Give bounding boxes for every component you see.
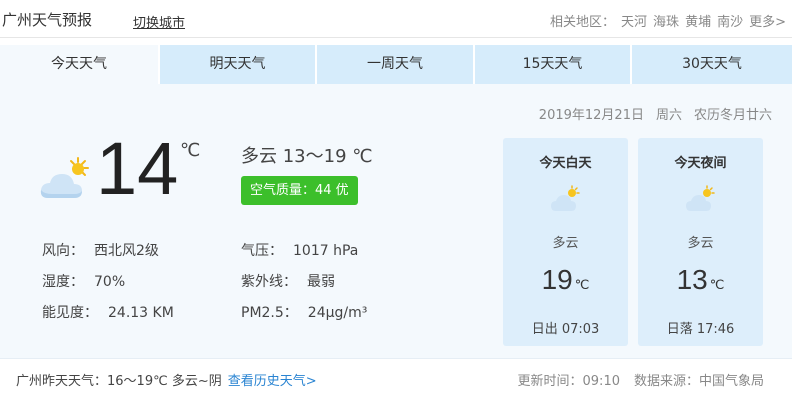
sunset-time: 日落 17:46: [666, 322, 735, 337]
tab-week[interactable]: 一周天气: [317, 45, 475, 84]
related-area-link[interactable]: 黄埔: [685, 15, 711, 30]
humidity-value: 70%: [94, 274, 126, 290]
related-area-link[interactable]: 天河: [621, 15, 647, 30]
tab-30-days[interactable]: 30天天气: [632, 45, 792, 84]
tab-tomorrow[interactable]: 明天天气: [160, 45, 317, 84]
daytime-temperature: 19 ℃: [503, 264, 628, 296]
related-areas: 相关地区： 天河 海珠 黄埔 南沙 更多>: [550, 11, 786, 30]
page-title: 广州天气预报: [2, 11, 93, 29]
pm25-value: 24μg/m³: [307, 305, 368, 321]
visibility-value: 24.13 KM: [108, 305, 174, 321]
daytime-temp-value: 19: [541, 264, 573, 295]
daytime-title: 今天白天: [539, 156, 592, 171]
footer-bar: 广州昨天天气：16～19℃ 多云~阴 查看历史天气> 更新时间：09:10 数据来源…: [0, 358, 792, 396]
weekday-text: 周六: [655, 108, 682, 123]
nighttime-title: 今天夜间: [674, 156, 727, 171]
nighttime-temp-unit: ℃: [709, 277, 725, 292]
daytime-condition: 多云: [552, 236, 579, 251]
visibility-label: 能见度：: [42, 305, 98, 321]
wind-value: 西北风2级: [94, 243, 159, 259]
related-area-link[interactable]: 海珠: [653, 15, 679, 30]
pressure-value: 1017 hPa: [293, 243, 359, 259]
related-areas-label: 相关地区：: [550, 15, 616, 30]
temperature-unit: ℃: [180, 140, 201, 161]
nighttime-temp-value: 13: [676, 264, 708, 295]
partly-cloudy-icon: [686, 185, 715, 211]
pressure-detail: 气压： 1017 hPa: [241, 240, 358, 260]
nighttime-condition: 多云: [687, 236, 714, 251]
daytime-card: 今天白天 多云 19 ℃ 日出 07:03: [503, 138, 628, 346]
yesterday-weather-text: 广州昨天天气：16～19℃ 多云~阴: [16, 374, 222, 389]
daytime-temp-unit: ℃: [574, 277, 590, 292]
top-bar: 广州天气预报 切换城市 相关地区： 天河 海珠 黄埔 南沙 更多>: [0, 0, 792, 38]
air-quality-badge[interactable]: 空气质量：44 优: [241, 176, 358, 205]
tab-today[interactable]: 今天天气: [0, 45, 160, 84]
related-area-link[interactable]: 南沙: [717, 15, 743, 30]
history-weather-link[interactable]: 查看历史天气>: [228, 374, 317, 389]
condition-range: 多云 13～19 ℃: [241, 146, 373, 167]
nighttime-card: 今天夜间 多云 13 ℃ 日落 17:46: [638, 138, 763, 346]
uv-label: 紫外线：: [241, 274, 297, 290]
update-time: 更新时间：09:10: [517, 374, 620, 389]
pm25-detail: PM2.5： 24μg/m³: [241, 302, 367, 322]
partly-cloudy-icon: [40, 157, 89, 198]
visibility-detail: 能见度： 24.13 KM: [42, 302, 174, 322]
today-weather-panel: 2019年12月21日 周六 农历冬月廿六 14 ℃ 多云 13～19 ℃ 空气质量…: [0, 84, 792, 358]
humidity-detail: 湿度： 70%: [42, 271, 125, 291]
current-temperature: 14: [96, 127, 179, 210]
pm25-label: PM2.5：: [241, 305, 298, 321]
switch-city-link[interactable]: 切换城市: [133, 12, 185, 31]
uv-value: 最弱: [307, 274, 335, 290]
yesterday-weather: 广州昨天天气：16～19℃ 多云~阴 查看历史天气>: [16, 370, 317, 389]
tab-15-days[interactable]: 15天天气: [475, 45, 632, 84]
humidity-label: 湿度：: [42, 274, 84, 290]
partly-cloudy-icon: [551, 185, 580, 211]
sunrise-time: 日出 07:03: [531, 322, 600, 337]
more-areas-link[interactable]: 更多>: [749, 15, 786, 30]
update-info: 更新时间：09:10 数据来源：中国气象局: [518, 370, 764, 389]
date-text: 2019年12月21日: [538, 108, 644, 123]
pressure-label: 气压：: [241, 243, 283, 259]
date-line: 2019年12月21日 周六 农历冬月廿六: [527, 104, 772, 123]
forecast-tabs: 今天天气 明天天气 一周天气 15天天气 30天天气: [0, 45, 792, 84]
wind-detail: 风向： 西北风2级: [42, 240, 159, 260]
wind-label: 风向：: [42, 243, 84, 259]
uv-detail: 紫外线： 最弱: [241, 271, 335, 291]
nighttime-temperature: 13 ℃: [638, 264, 763, 296]
data-source: 数据来源：中国气象局: [633, 374, 764, 389]
lunar-date-text: 农历冬月廿六: [693, 108, 772, 123]
